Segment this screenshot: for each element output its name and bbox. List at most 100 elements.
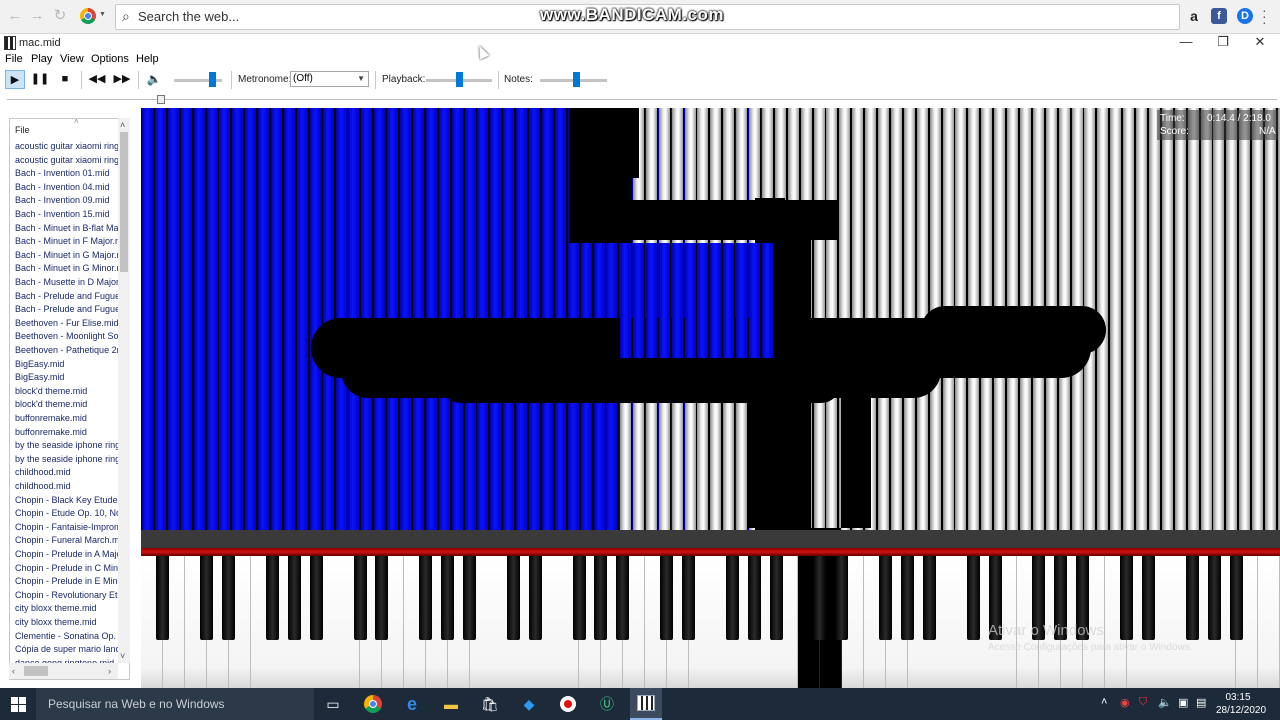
black-key[interactable] [966, 556, 980, 640]
tray-shield-icon[interactable]: ⛉ [1139, 696, 1147, 709]
black-key[interactable] [463, 556, 476, 640]
file-list-item[interactable]: acoustic guitar xiaomi ringt [15, 140, 118, 152]
black-key[interactable] [616, 556, 630, 640]
black-key[interactable] [682, 556, 695, 640]
bandicam-icon[interactable] [558, 694, 578, 714]
rewind-icon[interactable]: ◀◀ [87, 70, 107, 89]
black-key[interactable] [1120, 556, 1133, 640]
file-list-item[interactable]: Chopin - Prelude in E Minor [15, 575, 118, 587]
close-button[interactable]: ✕ [1242, 34, 1278, 52]
stop-icon[interactable]: ■ [55, 70, 75, 89]
black-key[interactable] [200, 556, 214, 640]
black-key[interactable] [1229, 556, 1243, 640]
file-list-item[interactable]: Bach - Minuet in G Minor.m [15, 262, 118, 274]
playback-slider-thumb[interactable] [455, 72, 463, 87]
file-list-item[interactable]: Bach - Prelude and Fugue i [15, 303, 118, 315]
extension-icon[interactable]: D [1237, 8, 1253, 24]
file-list-item[interactable]: by the seaside iphone ringt [15, 453, 118, 465]
file-list-item[interactable]: Bach - Minuet in F Major.m [15, 235, 118, 247]
metronome-select[interactable]: (Off) ▼ [290, 71, 369, 87]
minimize-button[interactable]: — [1168, 34, 1204, 52]
file-list-item[interactable]: Beethoven - Moonlight Son [15, 330, 118, 342]
windows-start-icon[interactable] [11, 697, 26, 712]
black-key[interactable] [660, 556, 674, 640]
black-key[interactable] [506, 556, 520, 640]
reload-icon[interactable]: ↻ [51, 7, 69, 25]
file-explorer-icon[interactable]: ▬ [441, 694, 461, 714]
black-key[interactable] [901, 556, 914, 640]
file-list-item[interactable]: childhood.mid [15, 466, 118, 478]
chrome-icon[interactable] [363, 694, 383, 714]
black-key[interactable] [1185, 556, 1199, 640]
file-list-item[interactable]: Chopin - Prelude in A Major [15, 548, 118, 560]
vertical-scroll-thumb[interactable] [120, 132, 128, 272]
file-list-item[interactable]: city bloxx theme.mid [15, 602, 118, 614]
back-icon[interactable]: ← [6, 7, 24, 25]
taskbar-search-box[interactable]: Pesquisar na Web e no Windows [36, 688, 314, 720]
black-key[interactable] [287, 556, 301, 640]
chevron-down-icon[interactable]: ▼ [99, 11, 106, 18]
store-icon[interactable]: 🛍 [480, 694, 500, 714]
file-list-item[interactable]: Chopin - Black Key Etude.m [15, 494, 118, 506]
black-key[interactable] [528, 556, 542, 640]
song-progress-thumb[interactable] [157, 95, 165, 104]
file-list-item[interactable]: Bach - Minuet in B-flat Majo [15, 222, 118, 234]
black-key[interactable] [1207, 556, 1221, 640]
amazon-icon[interactable]: a [1186, 8, 1202, 24]
file-list-item[interactable]: Cópia de super mario land. [15, 643, 118, 655]
file-list-item[interactable]: Bach - Musette in D Major. [15, 276, 118, 288]
file-list-item[interactable]: Chopin - Etude Op. 10, No [15, 507, 118, 519]
black-key[interactable] [375, 556, 389, 640]
black-key[interactable] [156, 556, 170, 640]
chrome-logo-icon[interactable] [80, 8, 96, 24]
file-list-item[interactable]: Chopin - Fantaisie-Impromp [15, 521, 118, 533]
scroll-left-icon[interactable]: ‹ [12, 666, 15, 676]
file-column-header[interactable]: File [15, 125, 30, 135]
pinned-app-icon[interactable]: ◆ [519, 694, 539, 714]
scroll-down-icon[interactable]: ˅ [120, 651, 125, 661]
file-list-item[interactable]: buffonremake.mid [15, 412, 118, 424]
play-icon[interactable]: ▶ [5, 70, 25, 89]
white-key[interactable] [1257, 556, 1280, 688]
file-list-item[interactable]: Bach - Minuet in G Major.m [15, 249, 118, 261]
file-list-item[interactable]: BigEasy.mid [15, 358, 118, 370]
restore-button[interactable]: ❐ [1205, 34, 1241, 52]
file-list-item[interactable]: childhood.mid [15, 480, 118, 492]
file-list-item[interactable]: Bach - Prelude and Fugue i [15, 290, 118, 302]
file-list-item[interactable]: by the seaside iphone ringt [15, 439, 118, 451]
black-key[interactable] [419, 556, 433, 640]
volume-slider-thumb[interactable] [208, 72, 216, 87]
menu-view[interactable]: View [60, 53, 84, 65]
menu-options[interactable]: Options [91, 53, 129, 65]
tray-overflow-icon[interactable]: ˄ [1101, 696, 1107, 708]
black-key[interactable] [309, 556, 323, 640]
black-key[interactable] [879, 556, 893, 640]
menu-help[interactable]: Help [136, 53, 159, 65]
file-list-item[interactable]: Chopin - Funeral March.mid [15, 534, 118, 546]
file-list-item[interactable]: Bach - Invention 15.mid [15, 208, 118, 220]
file-list-item[interactable]: Chopin - Prelude in C Minor [15, 562, 118, 574]
file-list[interactable]: ˄ File acoustic guitar xiaomi ringt acous… [9, 118, 130, 680]
file-list-item[interactable]: buffonremake.mid [15, 426, 118, 438]
file-list-item[interactable]: Beethoven - Fur Elise.mid [15, 317, 118, 329]
black-key[interactable] [769, 556, 783, 640]
pause-icon[interactable]: ❚❚ [30, 70, 50, 89]
black-key[interactable] [572, 556, 586, 640]
black-key[interactable] [265, 556, 279, 640]
tray-record-icon[interactable]: ◉ [1120, 696, 1130, 709]
scroll-up-icon[interactable]: ˄ [120, 120, 125, 130]
task-view-icon[interactable]: ▭ [323, 694, 343, 714]
file-list-item[interactable]: Bach - Invention 04.mid [15, 181, 118, 193]
tray-volume-icon[interactable]: 🔈 [1158, 696, 1172, 709]
fast-forward-icon[interactable]: ▶▶ [112, 70, 132, 89]
black-key[interactable] [441, 556, 455, 640]
facebook-icon[interactable]: f [1211, 8, 1227, 24]
black-key[interactable] [835, 556, 849, 640]
file-list-item[interactable]: BigEasy.mid [15, 371, 118, 383]
black-key[interactable] [594, 556, 608, 640]
file-list-item[interactable]: block'd theme.mid [15, 385, 118, 397]
edge-icon[interactable]: e [402, 694, 422, 714]
file-list-item[interactable]: Clementie - Sonatina Op. 3 [15, 630, 118, 642]
file-list-item[interactable]: city bloxx theme.mid [15, 616, 118, 628]
piano-taskbar-item[interactable] [630, 688, 662, 720]
